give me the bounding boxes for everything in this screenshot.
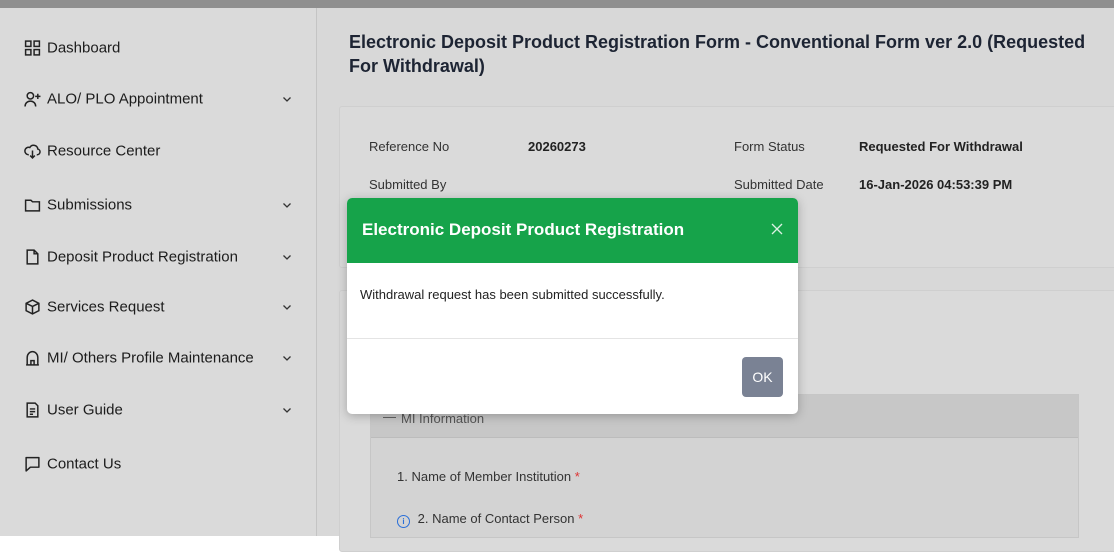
chevron-down-icon	[282, 94, 292, 104]
sidebar-item-deposit-product-registration[interactable]: Deposit Product Registration	[0, 237, 316, 277]
modal-header: Electronic Deposit Product Registration	[347, 198, 798, 263]
sidebar-item-label: Dashboard	[47, 39, 121, 57]
modal-body: Withdrawal request has been submitted su…	[347, 263, 798, 339]
sidebar-item-services-request[interactable]: Services Request	[0, 287, 316, 327]
sidebar-item-label: Submissions	[47, 196, 133, 214]
user-add-icon	[24, 91, 41, 108]
sidebar-item-alo-plo-appointment[interactable]: ALO/ PLO Appointment	[0, 79, 316, 119]
required-asterisk: *	[578, 511, 584, 526]
chevron-down-icon	[282, 302, 292, 312]
sidebar-item-contact-us[interactable]: Contact Us	[0, 444, 316, 484]
sidebar-item-mi-others-profile-maintenance[interactable]: MI/ Others Profile Maintenance	[0, 338, 316, 378]
submitted-by-label: Submitted By	[369, 177, 447, 192]
sidebar-item-label: Deposit Product Registration	[47, 248, 238, 266]
chevron-down-icon	[282, 405, 292, 415]
guide-icon	[24, 402, 41, 419]
dashboard-grid-icon	[24, 40, 41, 57]
success-modal: Electronic Deposit Product Registration …	[347, 198, 798, 414]
reference-no-label: Reference No	[369, 139, 450, 154]
submitted-date-value: 16-Jan-2026 04:53:39 PM	[859, 177, 1013, 192]
sidebar-item-label: ALO/ PLO Appointment	[47, 90, 203, 108]
chat-icon	[24, 456, 41, 473]
contact-person-field-label: i 2. Name of Contact Person *	[397, 511, 583, 528]
required-asterisk: *	[574, 469, 580, 484]
form-status-value: Requested For Withdrawal	[859, 139, 1023, 154]
sidebar-item-submissions[interactable]: Submissions	[0, 185, 316, 225]
chevron-down-icon	[282, 353, 292, 363]
info-icon[interactable]: i	[397, 515, 410, 528]
form-status-label: Form Status	[734, 139, 805, 154]
folder-icon	[24, 197, 41, 214]
sidebar-item-label: MI/ Others Profile Maintenance	[47, 349, 254, 367]
member-institution-field-label: 1. Name of Member Institution *	[397, 469, 580, 484]
submitted-date-label: Submitted Date	[734, 177, 824, 192]
close-icon[interactable]	[770, 222, 784, 236]
sidebar-item-user-guide[interactable]: User Guide	[0, 390, 316, 430]
mi-information-section: — MI Information 1. Name of Member Insti…	[370, 394, 1079, 538]
chevron-down-icon	[282, 252, 292, 262]
sidebar-item-label: Contact Us	[47, 455, 122, 473]
chevron-down-icon	[282, 200, 292, 210]
sidebar-item-label: User Guide	[47, 401, 123, 419]
reference-no-value: 20260273	[528, 139, 586, 154]
sidebar-item-resource-center[interactable]: Resource Center	[0, 131, 316, 171]
bank-icon	[24, 350, 41, 367]
sidebar-item-dashboard[interactable]: Dashboard	[0, 28, 316, 68]
cube-icon	[24, 299, 41, 316]
ok-button[interactable]: OK	[742, 357, 783, 397]
sidebar: Dashboard ALO/ PLO Appointment Resource …	[0, 8, 317, 536]
download-icon	[24, 143, 41, 160]
modal-title: Electronic Deposit Product Registration	[362, 220, 685, 239]
top-strip	[0, 0, 1114, 8]
document-icon	[24, 249, 41, 266]
page-title: Electronic Deposit Product Registration …	[349, 32, 1086, 76]
sidebar-item-label: Resource Center	[47, 142, 161, 160]
sidebar-item-label: Services Request	[47, 298, 165, 316]
modal-message: Withdrawal request has been submitted su…	[360, 287, 665, 302]
